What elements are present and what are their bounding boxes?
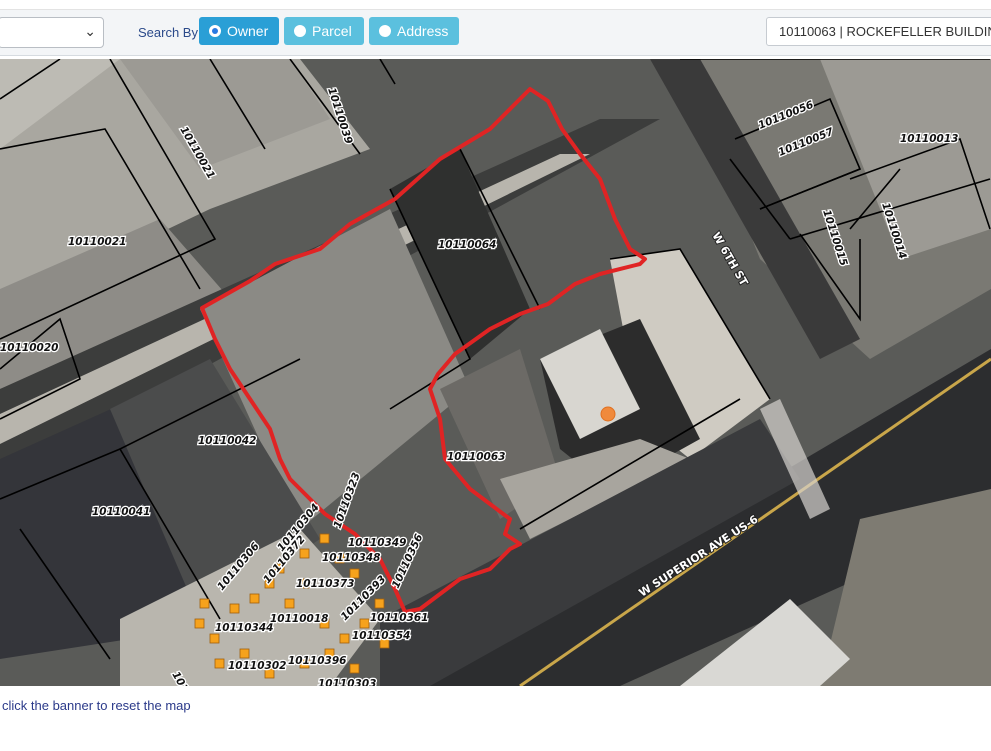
parcel-label: 10110013 (900, 133, 958, 145)
search-toolbar: ⌄ Search By Owner Parcel Address 1011006… (0, 10, 991, 56)
parcel-label: 10110349 (348, 537, 406, 549)
address-option-label: Address (397, 23, 449, 39)
parcel-label: 10110373 (296, 578, 354, 590)
parcel-label: 10110021 (68, 236, 126, 248)
location-marker-icon[interactable] (600, 406, 616, 422)
parcel-label: 10110396 (288, 655, 346, 667)
search-input[interactable]: 10110063 | ROCKEFELLER BUILDING (766, 17, 991, 46)
parcel-option-label: Parcel (312, 23, 352, 39)
aerial-map[interactable]: 10110039 10110021 10110021 10110020 1011… (0, 59, 991, 686)
parcel-label: 10110041 (92, 506, 150, 518)
parcel-label: 10110303 (318, 678, 376, 686)
parcel-label: 10110042 (198, 435, 256, 447)
search-by-owner-button[interactable]: Owner (199, 17, 279, 45)
parcel-label: 10110361 (370, 612, 428, 624)
search-by-label: Search By (138, 25, 198, 40)
chevron-down-icon: ⌄ (84, 23, 96, 39)
radio-icon (209, 25, 221, 37)
parcel-label: 10110018 (270, 613, 328, 625)
radio-icon (294, 25, 306, 37)
parcel-label: 10110344 (215, 622, 273, 634)
parcel-label: 10110302 (228, 660, 286, 672)
parcel-label: 10110020 (0, 342, 58, 354)
reset-map-hint: click the banner to reset the map (2, 698, 191, 713)
search-by-parcel-button[interactable]: Parcel (284, 17, 364, 45)
top-edge (0, 0, 991, 10)
owner-option-label: Owner (227, 23, 269, 39)
search-by-address-button[interactable]: Address (369, 17, 459, 45)
parcel-label: 10110064 (438, 239, 496, 251)
parcel-label: 10110354 (352, 630, 410, 642)
radio-icon (379, 25, 391, 37)
layer-select[interactable]: ⌄ (0, 17, 104, 48)
parcel-label: 10110348 (322, 552, 380, 564)
parcel-label: 10110063 (447, 451, 505, 463)
